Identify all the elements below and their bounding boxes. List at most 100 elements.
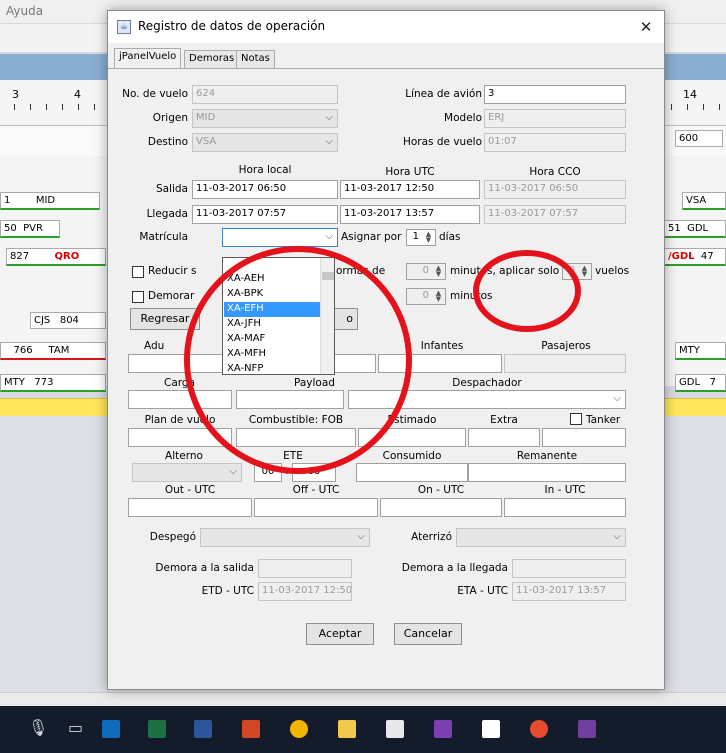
dropdown-item[interactable]: XA-MFH <box>224 347 320 362</box>
flight-bar[interactable]: GDL 7 <box>675 374 726 392</box>
remanente-field[interactable] <box>468 463 626 482</box>
estimado-field[interactable] <box>358 428 466 447</box>
despego-select[interactable]: ⌵ <box>200 528 370 547</box>
spinner-arrows-icon[interactable]: ▲ ▼ <box>423 231 434 244</box>
destino-select[interactable]: VSA ⌵ <box>192 133 338 152</box>
matricula-dropdown-list[interactable]: XA-AEH XA-BPK XA-EFH XA-JFH XA-MAF XA-MF… <box>222 257 335 375</box>
ete-hours-field[interactable]: 00 <box>254 463 282 482</box>
flight-bar-label: CJS <box>34 315 51 326</box>
flight-bar[interactable]: MTY <box>675 342 726 360</box>
spinner-arrows-icon[interactable]: ▲ ▼ <box>433 265 444 278</box>
linea-avion-field[interactable]: 3 <box>484 85 626 104</box>
consumido-field[interactable] <box>356 463 468 482</box>
tanker-checkbox[interactable] <box>570 413 582 425</box>
flight-bar[interactable]: MTY 773 <box>0 374 106 392</box>
despachador-select[interactable]: ⌵ <box>348 390 626 409</box>
cleaner-app-icon[interactable] <box>530 720 548 738</box>
salida-utc-field[interactable]: 11-03-2017 12:50 <box>340 180 480 199</box>
reducir-minutes-spinner[interactable]: 0 ▲ ▼ <box>406 263 446 280</box>
flight-bar[interactable]: 51 GDL <box>664 220 726 238</box>
matricula-select[interactable]: ⌵ <box>222 228 338 247</box>
flight-bar[interactable]: 50 PVR <box>0 220 60 238</box>
pasajeros-field[interactable] <box>504 354 626 373</box>
in-utc-field[interactable] <box>504 498 626 517</box>
sketch-app-icon[interactable] <box>482 720 500 738</box>
demora-llegada-field[interactable] <box>512 559 626 578</box>
on-utc-field[interactable] <box>380 498 502 517</box>
dropdown-scrollbar[interactable] <box>320 258 334 374</box>
plan-vuelo-field[interactable] <box>128 428 232 447</box>
llegada-cco-field[interactable]: 11-03-2017 07:57 <box>484 205 626 224</box>
salida-cco-field[interactable]: 11-03-2017 06:50 <box>484 180 626 199</box>
scrollbar-thumb[interactable] <box>322 272 334 280</box>
llegada-utc-field[interactable]: 11-03-2017 13:57 <box>340 205 480 224</box>
flight-bar[interactable]: 1 MID <box>0 192 100 210</box>
flight-bar-label: 7 <box>709 377 716 388</box>
tab-jpanelvuelo[interactable]: jPanelVuelo <box>114 48 182 69</box>
flight-bar[interactable]: 827 QRO <box>6 248 106 266</box>
generic-app-icon[interactable] <box>578 720 596 738</box>
menu-ayuda[interactable]: Ayuda <box>6 4 43 18</box>
alterno-select[interactable]: ⌵ <box>132 463 242 482</box>
infantes-field[interactable] <box>378 354 502 373</box>
aceptar-button[interactable]: Aceptar <box>306 623 374 645</box>
out-utc-field[interactable] <box>128 498 252 517</box>
carga-field[interactable] <box>128 390 232 409</box>
task-view-icon[interactable]: ▭ <box>68 718 83 737</box>
tab-demoras[interactable]: Demoras <box>184 50 240 68</box>
aterrizo-select[interactable]: ⌵ <box>456 528 626 547</box>
reducir-checkbox[interactable] <box>132 266 144 278</box>
flight-bar-label: MTY <box>679 345 700 356</box>
on-utc-header: On - UTC <box>417 484 465 496</box>
dropdown-item[interactable]: XA-BPK <box>224 287 320 302</box>
cancelar-button[interactable]: Cancelar <box>394 623 462 645</box>
adultos-field[interactable] <box>128 354 228 373</box>
regresar-button[interactable]: Regresar <box>130 308 200 330</box>
linea-avion-label: Línea de avión <box>405 88 482 100</box>
modelo-field[interactable]: ERJ <box>484 109 626 128</box>
file-explorer-icon[interactable] <box>338 720 356 738</box>
no-vuelo-field[interactable]: 624 <box>192 85 338 104</box>
payload-field[interactable] <box>236 390 344 409</box>
store-icon[interactable] <box>386 720 404 738</box>
dropdown-item[interactable]: XA-JFH <box>224 317 320 332</box>
dropdown-item[interactable]: XA-MAF <box>224 332 320 347</box>
extra-field[interactable] <box>468 428 540 447</box>
eta-field[interactable]: 11-03-2017 13:57 <box>512 582 626 601</box>
flight-bar[interactable]: VSA <box>682 192 726 210</box>
demorar-checkbox[interactable] <box>132 291 144 303</box>
tanker-field[interactable] <box>542 428 626 447</box>
combustible-field[interactable] <box>236 428 356 447</box>
chrome-icon[interactable] <box>290 720 308 738</box>
dropdown-item-selected[interactable]: XA-EFH <box>224 302 320 317</box>
etd-field[interactable]: 11-03-2017 12:50 <box>258 582 352 601</box>
pdf-app-icon[interactable] <box>434 720 452 738</box>
horizontal-scrollbar[interactable] <box>0 692 726 706</box>
horas-vuelo-field[interactable]: 01:07 <box>484 133 626 152</box>
demorar-minutes-spinner[interactable]: 0 ▲ ▼ <box>406 288 446 305</box>
flight-bar-label: 47 <box>700 251 714 262</box>
flight-bar[interactable]: /GDL 47 <box>664 248 726 266</box>
outlook-icon[interactable] <box>102 720 120 738</box>
tab-notas[interactable]: Notas <box>236 50 275 68</box>
excel-icon[interactable] <box>148 720 166 738</box>
ete-minutes-field[interactable]: 00 <box>292 463 336 482</box>
off-utc-field[interactable] <box>254 498 378 517</box>
microphone-icon[interactable]: 🎙 <box>28 718 48 737</box>
origen-select[interactable]: MID ⌵ <box>192 109 338 128</box>
demora-salida-field[interactable] <box>258 559 352 578</box>
flight-bar[interactable]: CJS 804 <box>30 312 106 329</box>
spinner-arrows-icon[interactable]: ▲ ▼ <box>579 265 590 278</box>
close-button[interactable]: ✕ <box>634 15 658 39</box>
salida-local-field[interactable]: 11-03-2017 06:50 <box>192 180 338 199</box>
dialog-titlebar[interactable]: ☕ Registro de datos de operación ✕ <box>108 11 664 43</box>
dropdown-item[interactable]: XA-AEH <box>224 272 320 287</box>
dropdown-item[interactable]: XA-NFP <box>224 362 320 374</box>
asignar-spinner[interactable]: 1 ▲ ▼ <box>406 229 436 246</box>
vuelos-spinner[interactable]: 0 ▲ ▼ <box>562 263 592 280</box>
flight-bar[interactable]: 766 TAM <box>0 342 106 360</box>
spinner-arrows-icon[interactable]: ▲ ▼ <box>433 290 444 303</box>
llegada-local-field[interactable]: 11-03-2017 07:57 <box>192 205 338 224</box>
word-icon[interactable] <box>194 720 212 738</box>
powerpoint-icon[interactable] <box>242 720 260 738</box>
